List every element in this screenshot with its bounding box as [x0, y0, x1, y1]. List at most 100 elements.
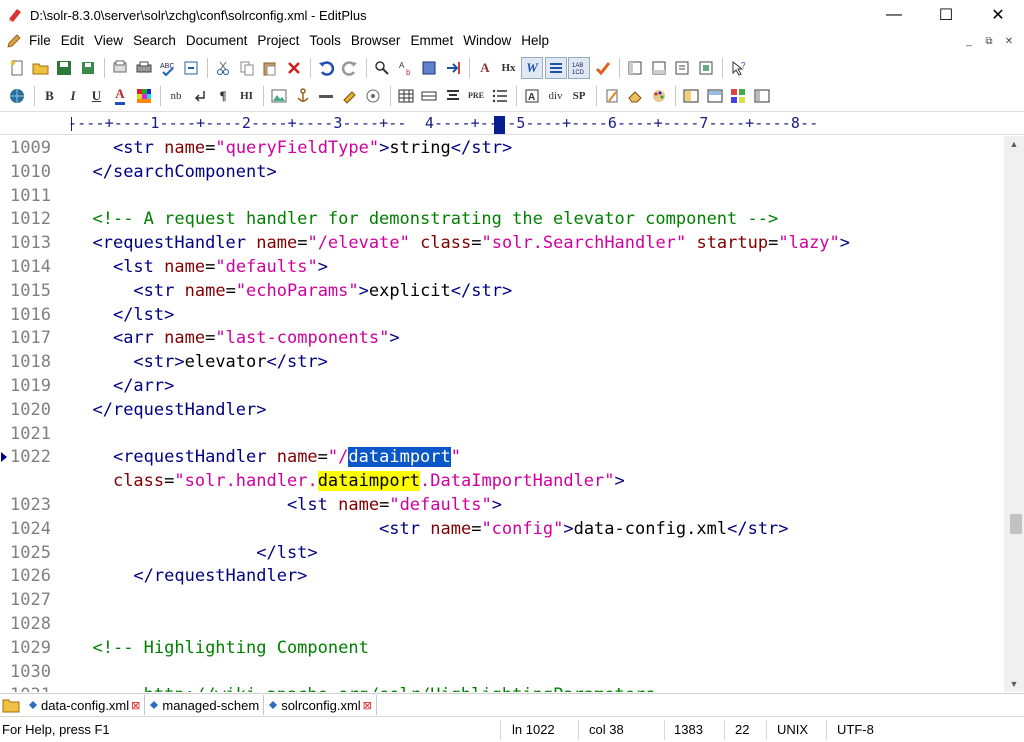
code-line[interactable]: 1009 <str name="queryFieldType">string</… [0, 136, 1004, 160]
color-grid-icon[interactable] [133, 85, 155, 107]
minimize-button[interactable]: — [868, 0, 920, 30]
spellcheck-icon[interactable]: ABC [156, 57, 178, 79]
table-icon[interactable] [395, 85, 417, 107]
menu-document[interactable]: Document [181, 30, 253, 52]
code-line[interactable]: 1020 </requestHandler> [0, 398, 1004, 422]
directory-window-icon[interactable] [624, 57, 646, 79]
table-row-icon[interactable] [418, 85, 440, 107]
undo-icon[interactable] [315, 57, 337, 79]
save-icon[interactable] [53, 57, 75, 79]
print-icon[interactable] [133, 57, 155, 79]
comment-icon[interactable] [339, 85, 361, 107]
status-line[interactable]: ln 1022 [512, 722, 555, 737]
layout-icon[interactable] [680, 85, 702, 107]
close-button[interactable]: ✕ [972, 0, 1024, 30]
menu-tools[interactable]: Tools [304, 30, 346, 52]
bold-button[interactable]: B [39, 85, 61, 107]
code-line[interactable]: 1026 </requestHandler> [0, 564, 1004, 588]
code-line[interactable]: 1030 [0, 660, 1004, 684]
code-line[interactable]: 1014 <lst name="defaults"> [0, 255, 1004, 279]
scroll-down-icon[interactable]: ▼ [1004, 676, 1024, 692]
find-icon[interactable] [371, 57, 393, 79]
tab-managed-schema[interactable]: managed-schem [145, 695, 265, 715]
globe-icon[interactable] [6, 85, 28, 107]
code-line[interactable]: 1023 <lst name="defaults"> [0, 493, 1004, 517]
code-line[interactable]: 1019 </arr> [0, 374, 1004, 398]
browser-preview-icon[interactable] [180, 57, 202, 79]
folder-icon[interactable] [2, 697, 20, 713]
font-icon[interactable]: A [474, 57, 496, 79]
edit-page-icon[interactable] [601, 85, 623, 107]
open-folder-icon[interactable] [30, 57, 52, 79]
menu-view[interactable]: View [89, 30, 128, 52]
line-number-icon[interactable] [544, 56, 567, 79]
tab-close-icon[interactable]: ⊠ [131, 699, 140, 712]
save-all-icon[interactable] [77, 57, 99, 79]
sp-button[interactable]: SP [568, 85, 590, 107]
nbsp-button[interactable]: nb [165, 85, 187, 107]
code-line[interactable]: 1029 <!-- Highlighting Component [0, 636, 1004, 660]
new-file-icon[interactable] [6, 57, 28, 79]
code-line[interactable]: 1024 <str name="config">data-config.xml<… [0, 517, 1004, 541]
menu-edit[interactable]: Edit [56, 30, 89, 52]
goto-icon[interactable] [442, 57, 464, 79]
code-line[interactable]: 1021 [0, 422, 1004, 446]
window-grid-icon[interactable] [727, 85, 749, 107]
code-line[interactable]: class="solr.handler.dataimport.DataImpor… [0, 469, 1004, 493]
hex-icon[interactable]: Hx [498, 57, 520, 79]
doc-restore-icon[interactable]: ⧉ [980, 33, 998, 49]
code-line[interactable]: 1013 <requestHandler name="/elevate" cla… [0, 231, 1004, 255]
replace-icon[interactable]: Ab [395, 57, 417, 79]
menu-search[interactable]: Search [128, 30, 181, 52]
heading-button[interactable]: HI [236, 85, 258, 107]
delete-icon[interactable] [283, 57, 305, 79]
vertical-scrollbar[interactable]: ▲ ▼ [1004, 136, 1024, 692]
code-line[interactable]: 1010 </searchComponent> [0, 160, 1004, 184]
menu-emmet[interactable]: Emmet [405, 30, 458, 52]
code-line[interactable]: 1022 <requestHandler name="/dataimport" [0, 445, 1004, 469]
code-line[interactable]: 1028 [0, 612, 1004, 636]
code-line[interactable]: 1016 </lst> [0, 303, 1004, 327]
checkmark-icon[interactable] [592, 57, 614, 79]
pre-button[interactable]: PRE [465, 85, 487, 107]
align-icon[interactable] [442, 85, 464, 107]
anchor-icon[interactable] [292, 85, 314, 107]
fullscreen-icon[interactable] [695, 57, 717, 79]
doc-close-icon[interactable]: ✕ [1000, 33, 1018, 49]
code-line[interactable]: 1031 http://wiki.apache.org/solr/Highlig… [0, 683, 1004, 692]
help-pointer-icon[interactable]: ? [727, 57, 749, 79]
eraser-icon[interactable] [624, 85, 646, 107]
menu-browser[interactable]: Browser [346, 30, 406, 52]
tab-solrconfig[interactable]: solrconfig.xml ⊠ [264, 695, 377, 715]
paragraph-icon[interactable]: ¶ [212, 85, 234, 107]
code-line[interactable]: 1012 <!-- A request handler for demonstr… [0, 207, 1004, 231]
copy-icon[interactable] [236, 57, 258, 79]
tab-close-icon[interactable]: ⊠ [363, 699, 372, 712]
status-encoding[interactable]: UTF-8 [837, 722, 874, 737]
div-button[interactable]: div [545, 85, 567, 107]
font-color-button[interactable]: A [109, 85, 131, 107]
form-icon[interactable] [362, 85, 384, 107]
palette-icon[interactable] [648, 85, 670, 107]
print-preview-icon[interactable] [109, 57, 131, 79]
menu-window[interactable]: Window [458, 30, 516, 52]
output-window-icon[interactable] [648, 57, 670, 79]
tab-data-config[interactable]: data-config.xml ⊠ [24, 695, 146, 715]
ruler-icon[interactable]: 1AB 1CD [568, 56, 590, 79]
frame-icon[interactable] [704, 85, 726, 107]
code-line[interactable]: 1025 </lst> [0, 541, 1004, 565]
paste-icon[interactable] [259, 57, 281, 79]
code-line[interactable]: 1017 <arr name="last-components"> [0, 326, 1004, 350]
panel-icon[interactable] [751, 85, 773, 107]
code-line[interactable]: 1027 [0, 588, 1004, 612]
menu-file[interactable]: File [24, 30, 56, 52]
scrollbar-thumb[interactable] [1010, 514, 1022, 534]
doc-minimize-icon[interactable]: _ [960, 33, 978, 49]
span-icon[interactable]: A [521, 85, 543, 107]
scroll-up-icon[interactable]: ▲ [1004, 136, 1024, 152]
cut-icon[interactable] [212, 57, 234, 79]
list-icon[interactable] [489, 85, 511, 107]
horizontal-rule-icon[interactable] [315, 85, 337, 107]
code-line[interactable]: 1018 <str>elevator</str> [0, 350, 1004, 374]
underline-button[interactable]: U [86, 85, 108, 107]
